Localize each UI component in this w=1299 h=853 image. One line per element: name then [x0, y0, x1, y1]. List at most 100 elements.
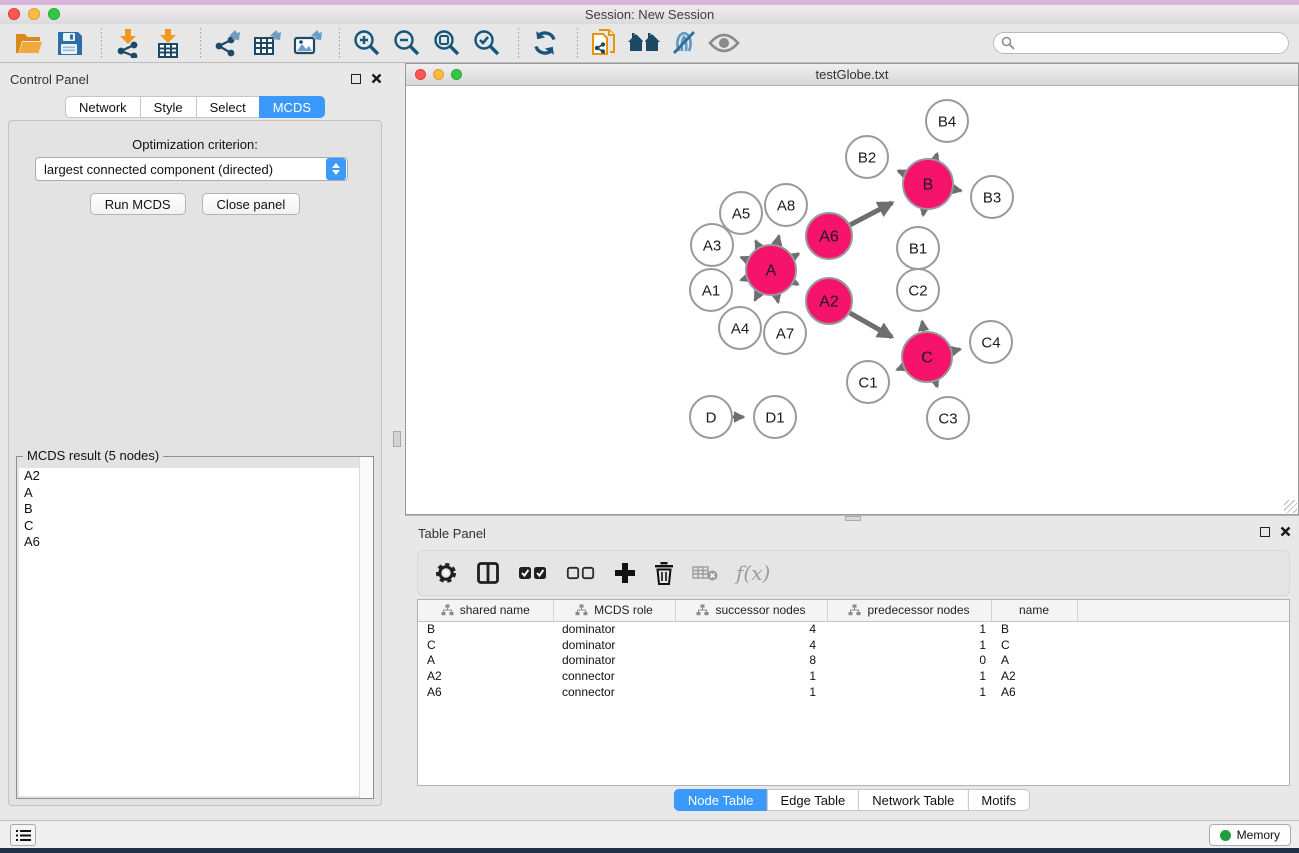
cell-name[interactable]: A2 — [991, 668, 1077, 684]
cell-shared-name[interactable]: B — [418, 621, 553, 637]
graphics-details-icon[interactable] — [667, 28, 701, 58]
cell-name[interactable]: C — [991, 637, 1077, 653]
result-scrollbar[interactable] — [359, 457, 373, 798]
edge-A6-B[interactable] — [850, 203, 892, 225]
result-item-a[interactable]: A — [19, 485, 371, 502]
cell-successor-nodes[interactable]: 1 — [675, 684, 827, 700]
criterion-select[interactable]: largest connected component (directed) — [35, 157, 348, 181]
node-C1[interactable]: C1 — [847, 361, 889, 403]
node-D1[interactable]: D1 — [754, 396, 796, 438]
clone-network-icon[interactable] — [587, 28, 621, 58]
delete-table-icon[interactable] — [692, 564, 718, 582]
zoom-out-icon[interactable] — [389, 28, 423, 58]
node-C[interactable]: C — [902, 332, 952, 382]
node-A4[interactable]: A4 — [719, 307, 761, 349]
result-item-b[interactable]: B — [19, 501, 371, 518]
result-item-a2[interactable]: A2 — [19, 468, 371, 485]
float-panel-icon[interactable] — [351, 74, 361, 84]
table-row[interactable]: Bdominator41B — [418, 621, 1289, 637]
edge-C-C3[interactable] — [935, 382, 937, 387]
edge-B-B2[interactable] — [899, 171, 905, 173]
node-A2[interactable]: A2 — [806, 278, 852, 324]
cell-MCDS-role[interactable]: dominator — [553, 637, 675, 653]
node-C3[interactable]: C3 — [927, 397, 969, 439]
export-image-icon[interactable] — [290, 28, 324, 58]
table-row[interactable]: A6connector11A6 — [418, 684, 1289, 700]
cell-successor-nodes[interactable]: 1 — [675, 668, 827, 684]
node-A[interactable]: A — [746, 245, 796, 295]
node-A1[interactable]: A1 — [690, 269, 732, 311]
cell-successor-nodes[interactable]: 4 — [675, 637, 827, 653]
window-resize-grip[interactable] — [1284, 500, 1297, 513]
node-B1[interactable]: B1 — [897, 227, 939, 269]
vertical-splitter[interactable] — [390, 63, 405, 820]
table-tab-edge-table[interactable]: Edge Table — [766, 789, 859, 811]
cell-predecessor-nodes[interactable]: 0 — [827, 653, 991, 669]
node-A7[interactable]: A7 — [764, 312, 806, 354]
node-A3[interactable]: A3 — [691, 224, 733, 266]
cell-MCDS-role[interactable]: dominator — [553, 621, 675, 637]
horizontal-splitter-handle[interactable] — [845, 516, 861, 521]
node-B2[interactable]: B2 — [846, 136, 888, 178]
column-header-MCDS-role[interactable]: MCDS role — [553, 600, 675, 621]
cell-predecessor-nodes[interactable]: 1 — [827, 621, 991, 637]
node-B[interactable]: B — [903, 159, 953, 209]
column-header-name[interactable]: name — [991, 600, 1077, 621]
edge-A-A6[interactable] — [793, 254, 798, 257]
edge-B-B3[interactable] — [953, 189, 961, 191]
zoom-fit-icon[interactable] — [429, 28, 463, 58]
open-browser-icon[interactable] — [627, 28, 661, 58]
edge-C-C4[interactable] — [952, 349, 960, 351]
cell-shared-name[interactable]: A — [418, 653, 553, 669]
float-table-panel-icon[interactable] — [1260, 527, 1270, 537]
tab-network[interactable]: Network — [65, 96, 141, 118]
zoom-selected-icon[interactable] — [469, 28, 503, 58]
node-B4[interactable]: B4 — [926, 100, 968, 142]
edge-A-A3[interactable] — [741, 257, 747, 260]
node-C4[interactable]: C4 — [970, 321, 1012, 363]
show-columns-icon[interactable] — [476, 561, 500, 585]
table-row[interactable]: Cdominator41C — [418, 637, 1289, 653]
open-file-icon[interactable] — [12, 28, 46, 58]
table-tab-network-table[interactable]: Network Table — [858, 789, 968, 811]
tab-mcds[interactable]: MCDS — [259, 96, 325, 118]
close-table-panel-icon[interactable] — [1280, 526, 1291, 537]
column-header-predecessor-nodes[interactable]: predecessor nodes — [827, 600, 991, 621]
export-network-icon[interactable] — [210, 28, 244, 58]
node-B3[interactable]: B3 — [971, 176, 1013, 218]
close-panel-icon[interactable] — [371, 73, 382, 84]
cell-MCDS-role[interactable]: dominator — [553, 653, 675, 669]
cell-shared-name[interactable]: A6 — [418, 684, 553, 700]
table-tab-motifs[interactable]: Motifs — [967, 789, 1030, 811]
node-D[interactable]: D — [690, 396, 732, 438]
splitter-handle[interactable] — [393, 431, 401, 447]
export-table-icon[interactable] — [250, 28, 284, 58]
edge-A2-C[interactable] — [850, 313, 892, 337]
tab-select[interactable]: Select — [196, 96, 260, 118]
table-row[interactable]: Adominator80A — [418, 653, 1289, 669]
show-hide-panels-icon[interactable] — [707, 28, 741, 58]
import-table-icon[interactable] — [151, 28, 185, 58]
cell-successor-nodes[interactable]: 4 — [675, 621, 827, 637]
function-builder-icon[interactable]: f(x) — [736, 561, 770, 585]
cell-successor-nodes[interactable]: 8 — [675, 653, 827, 669]
add-column-icon[interactable] — [614, 562, 636, 584]
delete-column-icon[interactable] — [654, 561, 674, 585]
refresh-icon[interactable] — [528, 28, 562, 58]
settings-gear-icon[interactable] — [434, 561, 458, 585]
edge-A-A8[interactable] — [777, 236, 779, 245]
column-header-shared-name[interactable]: shared name — [418, 600, 553, 621]
import-network-icon[interactable] — [111, 28, 145, 58]
edge-A-A2[interactable] — [794, 282, 798, 284]
cell-name[interactable]: B — [991, 621, 1077, 637]
table-row[interactable]: A2connector11A2 — [418, 668, 1289, 684]
table-tab-node-table[interactable]: Node Table — [674, 789, 768, 811]
result-item-a6[interactable]: A6 — [19, 534, 371, 551]
save-session-icon[interactable] — [52, 28, 86, 58]
search-input[interactable] — [993, 32, 1289, 54]
edge-C-C1[interactable] — [897, 367, 903, 370]
node-A6[interactable]: A6 — [806, 213, 852, 259]
cell-MCDS-role[interactable]: connector — [553, 668, 675, 684]
cell-predecessor-nodes[interactable]: 1 — [827, 668, 991, 684]
node-A8[interactable]: A8 — [765, 184, 807, 226]
